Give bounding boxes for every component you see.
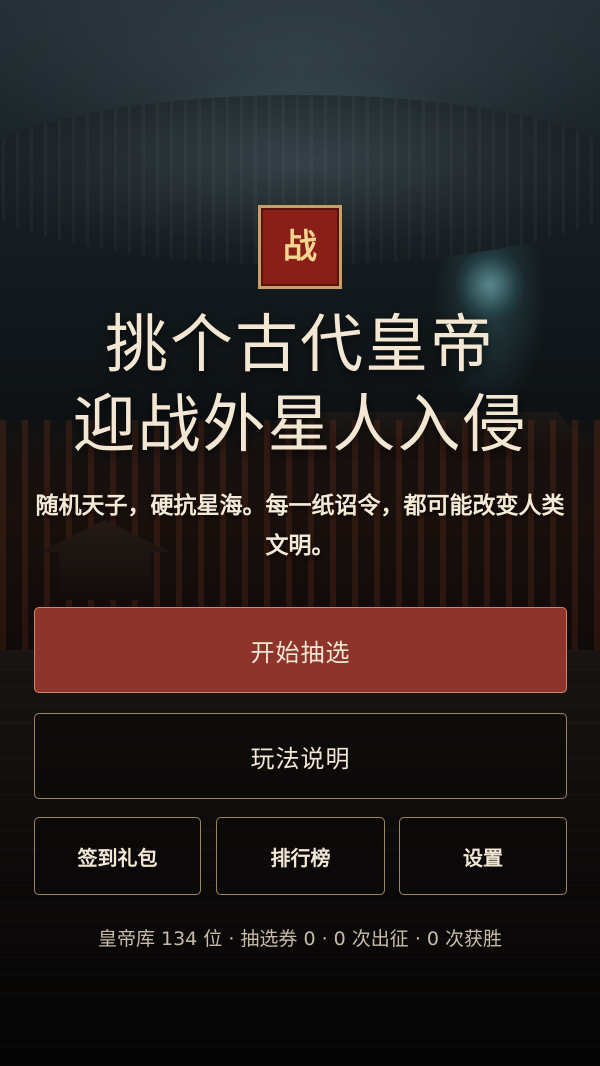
player-stats: 皇帝库 134 位 · 抽选券 0 · 0 次出征 · 0 次获胜 <box>97 928 503 950</box>
leaderboard-label: 排行榜 <box>270 845 331 870</box>
home-screen: 战 挑个古代皇帝 迎战外星人入侵 随机天子，硬抗星海。每一纸诏令，都可能改变人类… <box>0 0 600 1066</box>
signin-gift-label: 签到礼包 <box>77 845 158 870</box>
page-subtitle: 随机天子，硬抗星海。每一纸诏令，都可能改变人类文明。 <box>35 493 565 559</box>
page-title: 挑个古代皇帝 迎战外星人入侵 <box>0 305 600 465</box>
battle-badge: 战 <box>258 205 342 289</box>
signin-gift-button[interactable]: 签到礼包 <box>34 817 201 895</box>
settings-label: 设置 <box>463 845 503 870</box>
start-draw-button[interactable]: 开始抽选 <box>34 607 567 693</box>
how-to-play-button[interactable]: 玩法说明 <box>34 713 567 799</box>
how-to-play-label: 玩法说明 <box>250 744 351 773</box>
battle-badge-label: 战 <box>283 227 317 267</box>
title-line-1: 挑个古代皇帝 <box>105 308 495 381</box>
start-draw-label: 开始抽选 <box>250 638 351 667</box>
settings-button[interactable]: 设置 <box>399 817 567 895</box>
title-line-2: 迎战外星人入侵 <box>72 388 528 461</box>
leaderboard-button[interactable]: 排行榜 <box>216 817 385 895</box>
